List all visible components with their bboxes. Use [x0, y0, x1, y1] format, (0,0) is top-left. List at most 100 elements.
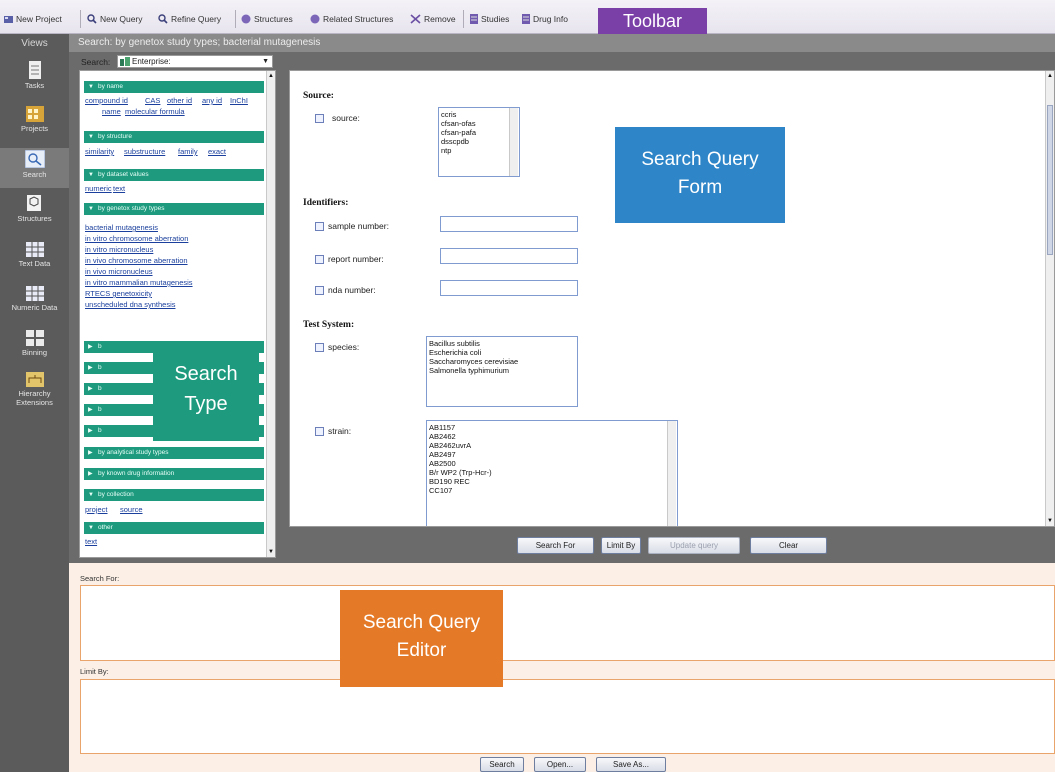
sample-number-input[interactable] [440, 216, 578, 232]
list-item[interactable]: Bacillus subtilis [429, 339, 575, 348]
clear-button[interactable]: Clear [750, 537, 827, 554]
view-structures[interactable]: Structures [0, 194, 69, 223]
search-button[interactable]: Search [480, 757, 524, 772]
nda-number-checkbox[interactable] [315, 285, 324, 295]
view-projects[interactable]: Projects [0, 106, 69, 133]
link-rtecs-genetoxicity[interactable]: RTECS genetoxicity [85, 289, 152, 298]
link-any-id[interactable]: any id [202, 96, 222, 105]
view-numeric-data[interactable]: Numeric Data [0, 286, 69, 312]
view-text-data[interactable]: Text Data [0, 242, 69, 268]
form-scrollbar[interactable]: ▲ ▼ [1045, 71, 1054, 526]
report-number-input[interactable] [440, 248, 578, 264]
category-by-genetox-study-types[interactable]: by genetox study types [84, 203, 264, 215]
limit-by-editor[interactable] [80, 679, 1055, 754]
species-listbox[interactable]: Bacillus subtilis Escherichia coli Sacch… [426, 336, 578, 407]
category-by-dataset-values[interactable]: by dataset values [84, 169, 264, 181]
link-project[interactable]: project [85, 505, 108, 514]
link-in-vivo-micronucleus[interactable]: in vivo micronucleus [85, 267, 153, 276]
list-item[interactable]: AB2462 [429, 432, 675, 441]
search-scope-select[interactable]: Enterprise: ▼ [117, 55, 273, 68]
sample-number-checkbox[interactable] [315, 221, 324, 231]
list-item[interactable]: Escherichia coli [429, 348, 575, 357]
source-listbox-scrollbar[interactable] [509, 108, 518, 176]
link-other-id[interactable]: other id [167, 96, 192, 105]
link-numeric[interactable]: numeric [85, 184, 112, 193]
link-in-vivo-chromosome-aberration[interactable]: in vivo chromosome aberration [85, 256, 188, 265]
list-item[interactable]: B/r WP2 (Trp-Hcr-) [429, 468, 675, 477]
view-text-data-label: Text Data [18, 259, 51, 268]
category-by-collection[interactable]: by collection [84, 489, 264, 501]
related-structures-button[interactable]: Related Structures [310, 12, 393, 26]
view-tasks[interactable]: Tasks [0, 61, 69, 90]
report-number-checkbox[interactable] [315, 254, 324, 264]
search-for-button[interactable]: Search For [517, 537, 594, 554]
structures-button[interactable]: Structures [241, 12, 293, 26]
list-item[interactable]: Saccharomyces cerevisiae [429, 357, 575, 366]
save-as-button[interactable]: Save As... [596, 757, 666, 772]
nda-number-row[interactable]: nda number: [315, 285, 376, 295]
link-bacterial-mutagenesis[interactable]: bacterial mutagenesis [85, 223, 158, 232]
nda-number-input[interactable] [440, 280, 578, 296]
form-scroll-thumb[interactable] [1047, 105, 1053, 255]
list-item[interactable]: AB1157 [429, 423, 675, 432]
link-cas[interactable]: CAS [145, 96, 160, 105]
list-item[interactable]: ntp [441, 146, 517, 155]
source-listbox[interactable]: ccris cfsan-ofas cfsan-pafa dsscpdb ntp [438, 107, 520, 177]
open-button[interactable]: Open... [534, 757, 586, 772]
source-checkbox-row[interactable]: source: [315, 113, 360, 123]
strain-listbox[interactable]: AB1157 AB2462 AB2462uvrA AB2497 AB2500 B… [426, 420, 678, 526]
link-name[interactable]: name [102, 107, 121, 116]
link-other-text[interactable]: text [85, 537, 97, 546]
list-item[interactable]: cfsan-pafa [441, 128, 517, 137]
sample-number-row[interactable]: sample number: [315, 221, 389, 231]
report-number-row[interactable]: report number: [315, 254, 384, 264]
studies-button[interactable]: Studies [470, 12, 509, 26]
species-checkbox[interactable] [315, 342, 324, 352]
species-row[interactable]: species: [315, 342, 359, 352]
link-in-vitro-micronucleus[interactable]: in vitro micronucleus [85, 245, 153, 254]
link-exact[interactable]: exact [208, 147, 226, 156]
strain-row[interactable]: strain: [315, 426, 351, 436]
link-in-vitro-mammalian-mutagenesis[interactable]: in vitro mammalian mutagenesis [85, 278, 193, 287]
list-item[interactable]: BD190 REC [429, 477, 675, 486]
update-query-button[interactable]: Update query [648, 537, 740, 554]
search-for-editor[interactable] [80, 585, 1055, 661]
drug-info-button[interactable]: Drug Info [522, 12, 568, 26]
new-query-button[interactable]: New Query [87, 12, 143, 26]
list-item[interactable]: ccris [441, 110, 517, 119]
refine-query-button[interactable]: Refine Query [158, 12, 221, 26]
link-molecular-formula[interactable]: molecular formula [125, 107, 185, 116]
list-item[interactable]: AB2497 [429, 450, 675, 459]
link-source[interactable]: source [120, 505, 143, 514]
view-hierarchy-extensions[interactable]: Hierarchy Extensions [0, 372, 69, 407]
link-in-vitro-chromosome-aberration[interactable]: in vitro chromosome aberration [85, 234, 188, 243]
link-family[interactable]: family [178, 147, 198, 156]
strain-listbox-scrollbar[interactable] [667, 421, 676, 526]
list-item[interactable]: cfsan-ofas [441, 119, 517, 128]
remove-button[interactable]: Remove [410, 12, 456, 26]
new-project-button[interactable]: New Project [4, 12, 62, 26]
list-item[interactable]: CC107 [429, 486, 675, 495]
link-similarity[interactable]: similarity [85, 147, 114, 156]
link-substructure[interactable]: substructure [124, 147, 165, 156]
view-binning[interactable]: Binning [0, 330, 69, 357]
limit-by-button[interactable]: Limit By [601, 537, 641, 554]
source-checkbox[interactable] [315, 113, 324, 123]
search-type-scrollbar[interactable]: ▲ ▼ [266, 71, 275, 557]
strain-checkbox[interactable] [315, 426, 324, 436]
category-by-known-drug-information[interactable]: by known drug information [84, 468, 264, 480]
link-compound-id[interactable]: compound id [85, 96, 128, 105]
list-item[interactable]: AB2500 [429, 459, 675, 468]
category-by-analytical-study-types[interactable]: by analytical study types [84, 447, 264, 459]
link-inchi[interactable]: InChI [230, 96, 248, 105]
link-text[interactable]: text [113, 184, 125, 193]
category-other[interactable]: other [84, 522, 264, 534]
view-search[interactable]: Search [0, 148, 69, 188]
list-item[interactable]: AB2462uvrA [429, 441, 675, 450]
scroll-up-icon: ▲ [1047, 73, 1053, 79]
link-unscheduled-dna-synthesis[interactable]: unscheduled dna synthesis [85, 300, 175, 309]
category-by-name[interactable]: by name [84, 81, 264, 93]
list-item[interactable]: dsscpdb [441, 137, 517, 146]
category-by-structure[interactable]: by structure [84, 131, 264, 143]
list-item[interactable]: Salmonella typhimurium [429, 366, 575, 375]
